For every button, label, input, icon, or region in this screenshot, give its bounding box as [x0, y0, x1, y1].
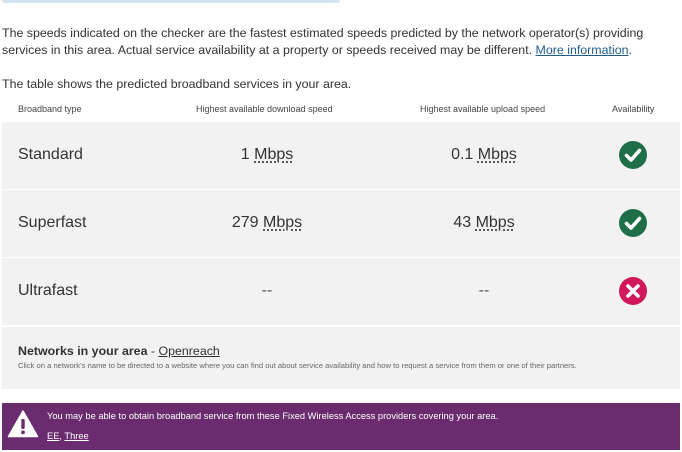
column-header-type: Broadband type	[18, 104, 82, 114]
networks-separator: -	[147, 344, 159, 358]
top-strip	[2, 0, 340, 3]
cross-circle-icon	[618, 276, 648, 306]
networks-panel: Networks in your area - Openreach Click …	[2, 327, 680, 389]
fwa-provider-links: EE, Three	[47, 431, 89, 441]
column-header-download: Highest available download speed	[196, 104, 333, 114]
fwa-message: You may be able to obtain broadband serv…	[47, 411, 499, 421]
upload-speed: 0.1 Mbps	[394, 146, 574, 164]
more-information-link[interactable]: More information	[536, 43, 629, 57]
fwa-banner: You may be able to obtain broadband serv…	[2, 403, 680, 450]
download-speed: 279 Mbps	[177, 214, 357, 232]
broadband-type: Standard	[18, 146, 83, 163]
table-row: Ultrafast -- --	[2, 258, 680, 326]
download-speed: --	[261, 282, 273, 299]
upload-unit[interactable]: Mbps	[476, 214, 515, 231]
download-value: 279	[231, 214, 259, 231]
download-value: 1	[240, 146, 250, 163]
warning-triangle-icon	[7, 408, 39, 440]
download-unit[interactable]: Mbps	[263, 214, 302, 231]
upload-value: 0.1	[451, 146, 474, 163]
networks-label: Networks in your area	[18, 344, 148, 358]
fwa-link-ee[interactable]: EE	[47, 431, 59, 441]
networks-note: Click on a network’s name to be directed…	[18, 361, 577, 370]
column-header-availability: Availability	[612, 104, 655, 114]
download-unit[interactable]: Mbps	[254, 146, 293, 163]
check-circle-icon	[618, 208, 648, 238]
intro-paragraph: The speeds indicated on the checker are …	[2, 25, 678, 59]
fwa-link-three[interactable]: Three	[64, 431, 88, 441]
broadband-type: Ultrafast	[18, 282, 78, 299]
networks-title: Networks in your area - Openreach	[18, 344, 220, 358]
table-row: Superfast 279 Mbps 43 Mbps	[2, 190, 680, 258]
table-intro: The table shows the predicted broadband …	[2, 77, 352, 91]
download-speed: 1 Mbps	[177, 146, 357, 164]
table-header: Broadband type Highest available downloa…	[2, 102, 680, 120]
upload-speed: 43 Mbps	[394, 214, 574, 232]
check-circle-icon	[618, 140, 648, 170]
broadband-table: Standard 1 Mbps 0.1 Mbps Superfast 279 M…	[2, 122, 680, 326]
upload-unit[interactable]: Mbps	[478, 146, 517, 163]
intro-link-suffix: .	[628, 43, 632, 57]
network-link-openreach[interactable]: Openreach	[158, 344, 219, 358]
broadband-type: Superfast	[18, 214, 87, 231]
column-header-upload: Highest available upload speed	[420, 104, 546, 114]
upload-value: 43	[453, 214, 472, 231]
upload-speed: --	[478, 282, 490, 299]
table-row: Standard 1 Mbps 0.1 Mbps	[2, 122, 680, 190]
